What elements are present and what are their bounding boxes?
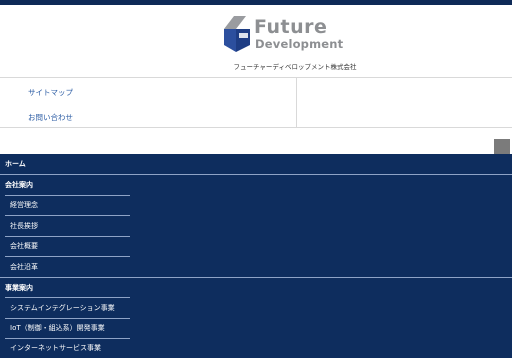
company-name: フューチャーディベロップメント株式会社 (233, 63, 357, 71)
logo-word-future: Future (254, 16, 328, 38)
site-header: Future Development フューチャーディベロップメント株式会社 (0, 5, 512, 77)
nav-item-home[interactable]: ホーム (5, 154, 26, 174)
contact-link[interactable]: お問い合わせ (28, 112, 73, 123)
utility-nav-divider (296, 78, 297, 128)
nav-item-history[interactable]: 会社沿革 (10, 257, 38, 277)
nav-item-iot[interactable]: IoT（制御・組込系）開発事業 (10, 318, 105, 338)
menu-toggle-button[interactable] (494, 139, 510, 154)
nav-item-business[interactable]: 事業案内 (5, 278, 33, 298)
nav-item-overview[interactable]: 会社概要 (10, 236, 38, 256)
nav-item-company[interactable]: 会社案内 (5, 175, 33, 195)
nav-divider (0, 174, 512, 175)
nav-divider (0, 277, 512, 278)
logo-word-development: Development (255, 37, 344, 51)
nav-item-system-integration[interactable]: システムインテグレーション事業 (10, 298, 115, 318)
site-logo-link[interactable]: Future Development (224, 16, 369, 56)
utility-nav: サイトマップ お問い合わせ (0, 77, 512, 128)
future-development-logo-icon (224, 16, 250, 52)
main-nav: ホーム 会社案内 経営理念 社長挨拶 会社概要 会社沿革 事業案内 システムイン… (0, 154, 512, 358)
nav-item-philosophy[interactable]: 経営理念 (10, 195, 38, 215)
sitemap-link[interactable]: サイトマップ (28, 87, 73, 98)
nav-item-internet-service[interactable]: インターネットサービス事業 (10, 338, 101, 358)
nav-item-greeting[interactable]: 社長挨拶 (10, 216, 38, 236)
